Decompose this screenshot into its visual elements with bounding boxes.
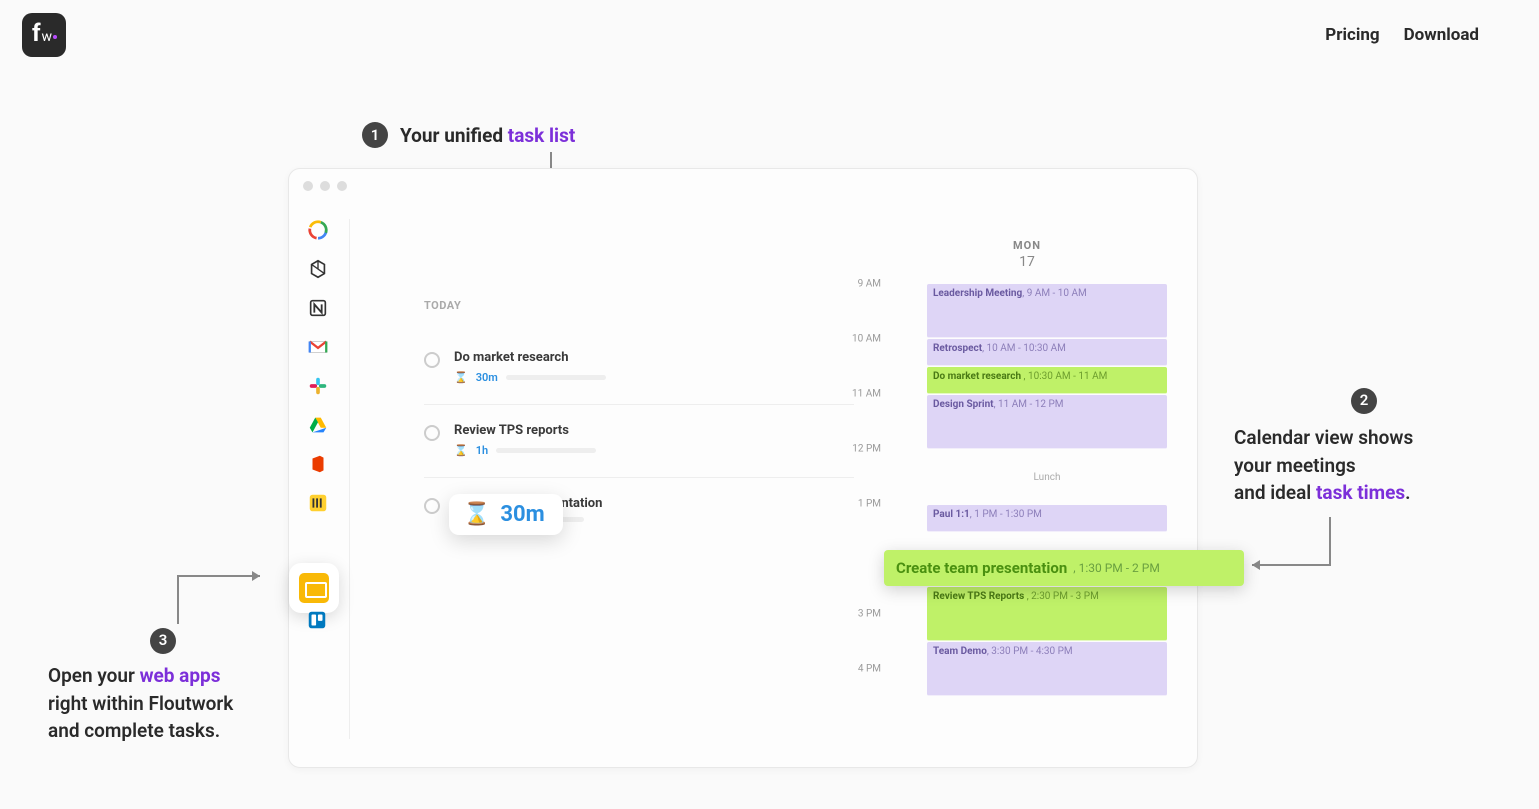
task-checkbox[interactable] — [424, 425, 440, 441]
duration-popup[interactable]: ⌛ 30m — [449, 494, 563, 535]
hourglass-icon: ⌛ — [454, 444, 468, 457]
logo[interactable]: fw — [22, 13, 66, 57]
duration-popup-value: 30m — [500, 502, 544, 527]
hour-label: 1 PM — [858, 499, 881, 510]
sidebar-divider — [349, 219, 350, 739]
calendar-highlight-event[interactable]: Create team presentation , 1:30 PM - 2 P… — [884, 550, 1244, 586]
hourglass-icon: ⌛ — [454, 371, 468, 384]
slack-icon[interactable] — [307, 375, 329, 397]
calendar-event[interactable]: Lunch — [927, 450, 1167, 504]
callout-1-text-a: Your unified — [400, 124, 508, 147]
hour-label: 9 AM — [858, 279, 881, 290]
google-icon[interactable] — [307, 219, 329, 241]
event-time: , 1 PM - 1:30 PM — [970, 509, 1042, 520]
callout-3-badge: 3 — [150, 628, 176, 654]
task-title: Do market research — [454, 350, 854, 365]
calendar-day-label: MON — [887, 239, 1167, 252]
callout-1: 1 Your unified task list — [362, 122, 575, 148]
event-title: Design Sprint — [933, 399, 994, 410]
app-sidebar — [301, 219, 335, 514]
calendar-event[interactable]: Review TPS Reports , 2:30 PM - 3 PM — [927, 587, 1167, 641]
task-title: Review TPS reports — [454, 423, 854, 438]
callout-2-badge: 2 — [1351, 388, 1377, 414]
event-title: Review TPS Reports — [933, 591, 1024, 602]
callout-2: 2 Calendar view shows your meetings and … — [1234, 388, 1494, 507]
callout-2-line3c: . — [1405, 481, 1410, 504]
gmail-icon[interactable] — [307, 336, 329, 358]
callout-3-line3: and complete tasks. — [48, 717, 278, 745]
calendar-event[interactable]: Do market research , 10:30 AM - 11 AM — [927, 367, 1167, 394]
trello-icon[interactable] — [306, 609, 328, 631]
today-label: TODAY — [424, 299, 854, 312]
calendar-event[interactable]: Retrospect, 10 AM - 10:30 AM — [927, 339, 1167, 366]
callout-3-line1b: web apps — [140, 664, 221, 687]
callout-3-line1a: Open your — [48, 664, 140, 687]
event-title: Paul 1:1 — [933, 509, 970, 520]
task-duration: 1h — [476, 444, 488, 457]
calendar-event[interactable]: Paul 1:1, 1 PM - 1:30 PM — [927, 505, 1167, 532]
app-window: TODAY Do market research ⌛ 30m Review TP… — [288, 168, 1198, 768]
task-progress-bar — [506, 375, 606, 380]
page-header: fw Pricing Download — [0, 0, 1539, 70]
office-icon[interactable] — [307, 453, 329, 475]
calendar-event[interactable]: Leadership Meeting, 9 AM - 10 AM — [927, 284, 1167, 338]
event-time: , 2:30 PM - 3 PM — [1024, 591, 1099, 602]
event-title: Do market research — [933, 371, 1021, 382]
arrow-3 — [176, 568, 270, 626]
event-time: , 3:30 PM - 4:30 PM — [987, 646, 1073, 657]
highlight-event-time: , 1:30 PM - 2 PM — [1073, 561, 1160, 575]
hour-label: 10 AM — [852, 334, 881, 345]
event-time: , 10:30 AM - 11 AM — [1021, 371, 1107, 382]
hour-label: 3 PM — [858, 609, 881, 620]
callout-1-badge: 1 — [362, 122, 388, 148]
calendar: MON 17 9 AM10 AM11 AM12 PM1 PM3 PM4 PMLe… — [887, 239, 1167, 729]
event-title: Team Demo — [933, 646, 987, 657]
arrow-2 — [1244, 515, 1332, 573]
highlight-event-title: Create team presentation — [896, 559, 1067, 577]
callout-3: 3 Open your web apps right within Floutw… — [48, 628, 278, 745]
miro-icon[interactable] — [307, 492, 329, 514]
task-progress-bar — [496, 448, 596, 453]
task-duration: 30m — [476, 371, 498, 384]
calendar-event[interactable]: Team Demo, 3:30 PM - 4:30 PM — [927, 642, 1167, 696]
nav-pricing[interactable]: Pricing — [1325, 25, 1379, 45]
callout-2-line3a: and ideal — [1234, 481, 1316, 504]
hour-label: 4 PM — [858, 664, 881, 675]
callout-2-line2: your meetings — [1234, 452, 1494, 480]
task-checkbox[interactable] — [424, 352, 440, 368]
hour-label: 12 PM — [852, 444, 881, 455]
event-time: , 9 AM - 10 AM — [1022, 288, 1087, 299]
google-slides-icon[interactable] — [289, 563, 339, 613]
calendar-grid: 9 AM10 AM11 AM12 PM1 PM3 PM4 PMLeadershi… — [887, 284, 1167, 729]
nav-download[interactable]: Download — [1404, 25, 1479, 45]
task-item-1[interactable]: Review TPS reports ⌛ 1h — [424, 413, 854, 478]
event-title: Leadership Meeting — [933, 288, 1022, 299]
task-checkbox[interactable] — [424, 498, 440, 514]
hour-label: 11 AM — [852, 389, 881, 400]
callout-2-line1: Calendar view shows — [1234, 424, 1494, 452]
callout-2-line3b: task times — [1316, 481, 1405, 504]
hourglass-icon: ⌛ — [463, 502, 490, 527]
callout-3-line2: right within Floutwork — [48, 690, 278, 718]
calendar-event[interactable]: Design Sprint, 11 AM - 12 PM — [927, 395, 1167, 449]
gdrive-icon[interactable] — [307, 414, 329, 436]
callout-1-text-b: task list — [508, 124, 575, 147]
openai-icon[interactable] — [307, 258, 329, 280]
event-title: Retrospect — [933, 343, 982, 354]
task-item-0[interactable]: Do market research ⌛ 30m — [424, 340, 854, 405]
calendar-date-label: 17 — [887, 254, 1167, 270]
event-time: , 11 AM - 12 PM — [994, 399, 1064, 410]
window-traffic-lights — [303, 181, 347, 191]
event-time: , 10 AM - 10:30 AM — [982, 343, 1066, 354]
notion-icon[interactable] — [307, 297, 329, 319]
